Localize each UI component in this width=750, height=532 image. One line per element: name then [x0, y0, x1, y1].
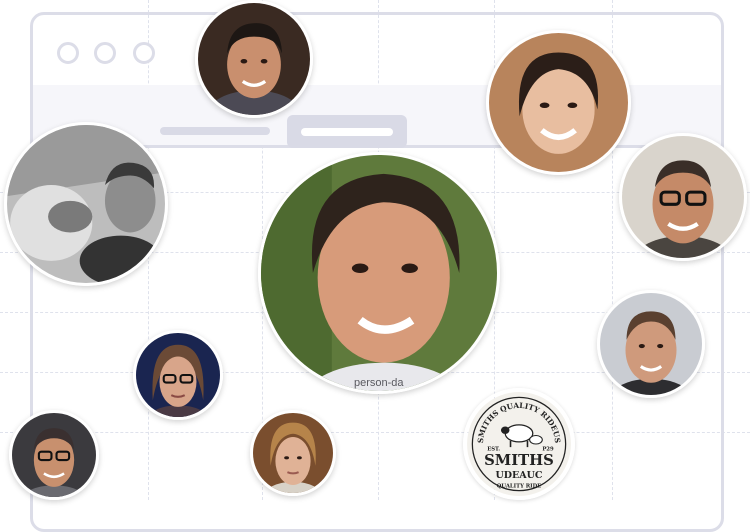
window-dot-icon: [94, 42, 116, 64]
logo-subtitle: UDEAUC: [495, 470, 542, 481]
avatar-woman-smiling: [486, 30, 631, 175]
pill-inner-line: [301, 128, 393, 136]
toolbar-placeholder-pill: [287, 115, 407, 148]
avatar-man-with-sheep: [4, 122, 168, 286]
avatar-man-short-hair: [597, 290, 705, 398]
window-dot-icon: [57, 42, 79, 64]
window-dot-icon: [133, 42, 155, 64]
avatar-woman-main: [258, 152, 500, 394]
logo-title: SMITHS: [484, 452, 554, 469]
brand-logo-badge: SMITHS QUALITY RIDEUS EST. P29 SMITHS UD…: [463, 388, 575, 500]
photo-caption: person-da: [354, 377, 404, 389]
avatar-woman-glasses: [133, 330, 223, 420]
toolbar-placeholder-line: [160, 127, 270, 135]
avatar-older-man-glasses: [9, 410, 99, 500]
avatar-man-smiling: [195, 0, 313, 118]
logo-bottom-text: QUALITY RIDE: [497, 483, 541, 489]
avatar-man-glasses: [619, 133, 747, 261]
avatar-woman-short-hair: [250, 410, 336, 496]
